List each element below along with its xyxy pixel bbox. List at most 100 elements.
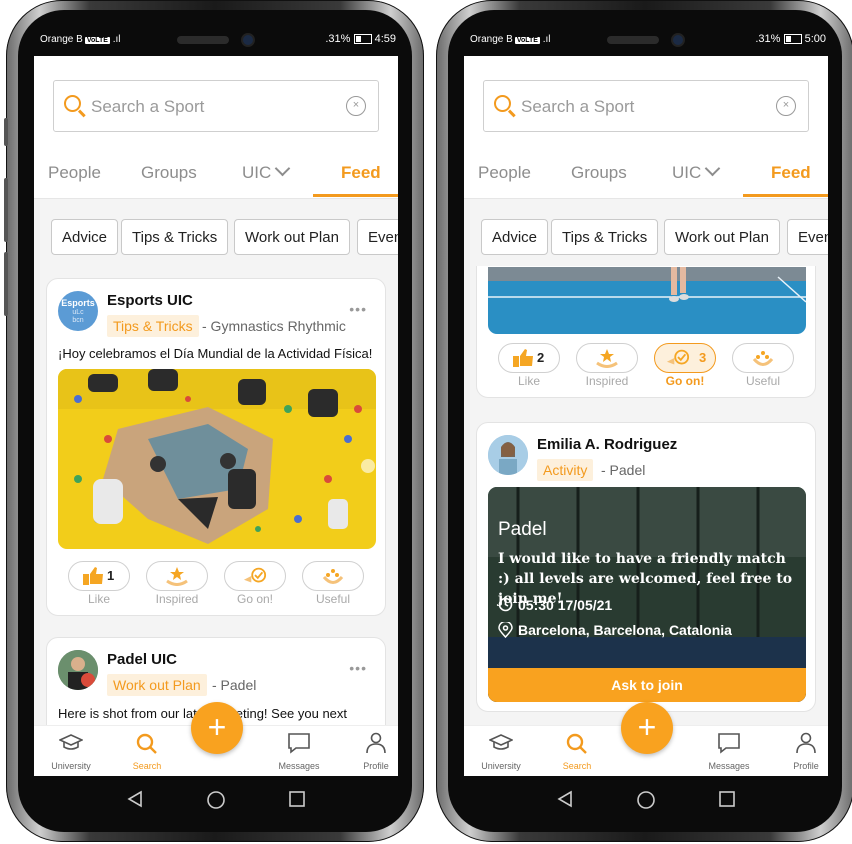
back-icon[interactable] bbox=[126, 790, 144, 808]
profile-icon bbox=[366, 732, 386, 754]
post-card[interactable]: Emilia A. Rodriguez Activity - Padel Pad… bbox=[476, 422, 816, 712]
volume-button bbox=[4, 118, 8, 146]
go-on-button[interactable]: 3 Go on! bbox=[654, 343, 716, 388]
inspired-label: Inspired bbox=[585, 374, 629, 388]
location-pin-icon bbox=[498, 622, 513, 638]
nav-profile[interactable]: Profile bbox=[341, 726, 398, 776]
add-post-button[interactable]: + bbox=[191, 702, 243, 754]
search-icon bbox=[136, 733, 157, 754]
go-on-icon bbox=[666, 349, 690, 365]
thumbs-up-icon bbox=[83, 567, 103, 585]
post-card[interactable]: Esports uLc bcn Esports UIC Tips & Trick… bbox=[46, 278, 386, 616]
post-image[interactable] bbox=[488, 267, 806, 334]
post-card[interactable]: 2 Like Inspired 3 Go on! Useful bbox=[476, 266, 816, 398]
ask-to-join-button[interactable]: Ask to join bbox=[488, 668, 806, 702]
search-icon bbox=[64, 95, 81, 112]
carrier-name: Orange B bbox=[40, 34, 83, 45]
tab-feed[interactable]: Feed bbox=[771, 163, 811, 183]
recents-icon[interactable] bbox=[288, 790, 306, 808]
chip-events[interactable]: Events bbox=[357, 219, 398, 255]
feed-list: 2 Like Inspired 3 Go on! Useful Emilia A… bbox=[464, 266, 828, 725]
profile-icon bbox=[796, 732, 816, 754]
more-icon[interactable]: ••• bbox=[349, 301, 367, 317]
useful-label: Useful bbox=[745, 374, 780, 388]
activity-card[interactable]: Padel I would like to have a friendly ma… bbox=[488, 487, 806, 702]
like-count: 2 bbox=[537, 350, 545, 365]
nav-search[interactable]: Search bbox=[542, 726, 612, 776]
power-button bbox=[4, 252, 8, 316]
chip-tips-tricks[interactable]: Tips & Tricks bbox=[121, 219, 229, 255]
tab-feed[interactable]: Feed bbox=[341, 163, 381, 183]
clear-icon[interactable]: × bbox=[346, 96, 366, 116]
post-text: ¡Hoy celebramos el Día Mundial de la Act… bbox=[58, 346, 373, 361]
search-icon bbox=[494, 95, 511, 112]
like-button[interactable]: 2 Like bbox=[498, 343, 560, 388]
graduation-cap-icon bbox=[489, 734, 513, 750]
like-count: 1 bbox=[107, 568, 115, 583]
nav-search[interactable]: Search bbox=[112, 726, 182, 776]
camera-icon bbox=[241, 33, 255, 47]
phone-right: Orange B VoLTE .ıl .31% 5:00 Search a Spo… bbox=[436, 0, 852, 842]
app-screen: Search a Sport × People Groups UIC Feed … bbox=[34, 56, 398, 776]
useful-button[interactable]: Useful bbox=[732, 343, 794, 388]
post-author[interactable]: Padel UIC bbox=[107, 651, 177, 668]
chip-events[interactable]: Events bbox=[787, 219, 828, 255]
chip-advice[interactable]: Advice bbox=[481, 219, 549, 255]
inspired-button[interactable]: Inspired bbox=[576, 343, 638, 388]
useful-button[interactable]: Useful bbox=[302, 561, 364, 606]
avatar bbox=[488, 435, 528, 475]
category-chips: Advice Tips & Tricks Work out Plan Event… bbox=[51, 219, 398, 257]
camera-icon bbox=[671, 33, 685, 47]
system-nav bbox=[464, 776, 826, 826]
post-tag: Work out Plan bbox=[107, 674, 207, 696]
volte-badge: VoLTE bbox=[514, 37, 540, 44]
message-icon bbox=[718, 733, 740, 754]
nav-messages[interactable]: Messages bbox=[264, 726, 334, 776]
more-icon[interactable]: ••• bbox=[349, 660, 367, 676]
go-on-button[interactable]: Go on! bbox=[224, 561, 286, 606]
inspired-button[interactable]: Inspired bbox=[146, 561, 208, 606]
go-on-count: 3 bbox=[699, 350, 707, 365]
avatar: Esports uLc bcn bbox=[58, 291, 98, 331]
chip-workout-plan[interactable]: Work out Plan bbox=[664, 219, 780, 255]
post-image[interactable] bbox=[58, 369, 376, 549]
chip-tips-tricks[interactable]: Tips & Tricks bbox=[551, 219, 659, 255]
search-input[interactable]: Search a Sport × bbox=[53, 80, 379, 132]
tab-groups[interactable]: Groups bbox=[141, 163, 197, 183]
tab-groups[interactable]: Groups bbox=[571, 163, 627, 183]
signal-icon: .ıl bbox=[112, 34, 121, 45]
back-icon[interactable] bbox=[556, 790, 574, 808]
go-on-label: Go on! bbox=[665, 374, 705, 388]
thumbs-up-icon bbox=[513, 349, 533, 367]
search-input[interactable]: Search a Sport × bbox=[483, 80, 809, 132]
post-author[interactable]: Emilia A. Rodriguez bbox=[537, 436, 677, 453]
tab-uic[interactable]: UIC bbox=[242, 160, 291, 183]
message-icon bbox=[288, 733, 310, 754]
nav-profile[interactable]: Profile bbox=[771, 726, 828, 776]
tab-people[interactable]: People bbox=[48, 163, 101, 183]
post-tag: Activity bbox=[537, 459, 594, 481]
camera-notch bbox=[607, 30, 685, 50]
clock-icon bbox=[498, 597, 513, 612]
add-post-button[interactable]: + bbox=[621, 702, 673, 754]
battery-icon bbox=[353, 34, 372, 45]
post-author[interactable]: Esports UIC bbox=[107, 292, 193, 309]
chip-workout-plan[interactable]: Work out Plan bbox=[234, 219, 350, 255]
like-button[interactable]: 1 Like bbox=[68, 561, 130, 606]
clear-icon[interactable]: × bbox=[776, 96, 796, 116]
home-icon[interactable] bbox=[636, 790, 656, 810]
useful-icon bbox=[322, 569, 344, 584]
inspired-label: Inspired bbox=[155, 592, 199, 606]
chip-advice[interactable]: Advice bbox=[51, 219, 119, 255]
home-icon[interactable] bbox=[206, 790, 226, 810]
tab-people[interactable]: People bbox=[478, 163, 531, 183]
nav-university[interactable]: University bbox=[466, 726, 536, 776]
tab-uic[interactable]: UIC bbox=[672, 160, 721, 183]
climbing-wall-photo bbox=[58, 369, 376, 549]
volte-badge: VoLTE bbox=[84, 37, 110, 44]
carrier-name: Orange B bbox=[470, 34, 513, 45]
recents-icon[interactable] bbox=[718, 790, 736, 808]
clock: 4:59 bbox=[374, 33, 396, 45]
nav-messages[interactable]: Messages bbox=[694, 726, 764, 776]
nav-university[interactable]: University bbox=[36, 726, 106, 776]
